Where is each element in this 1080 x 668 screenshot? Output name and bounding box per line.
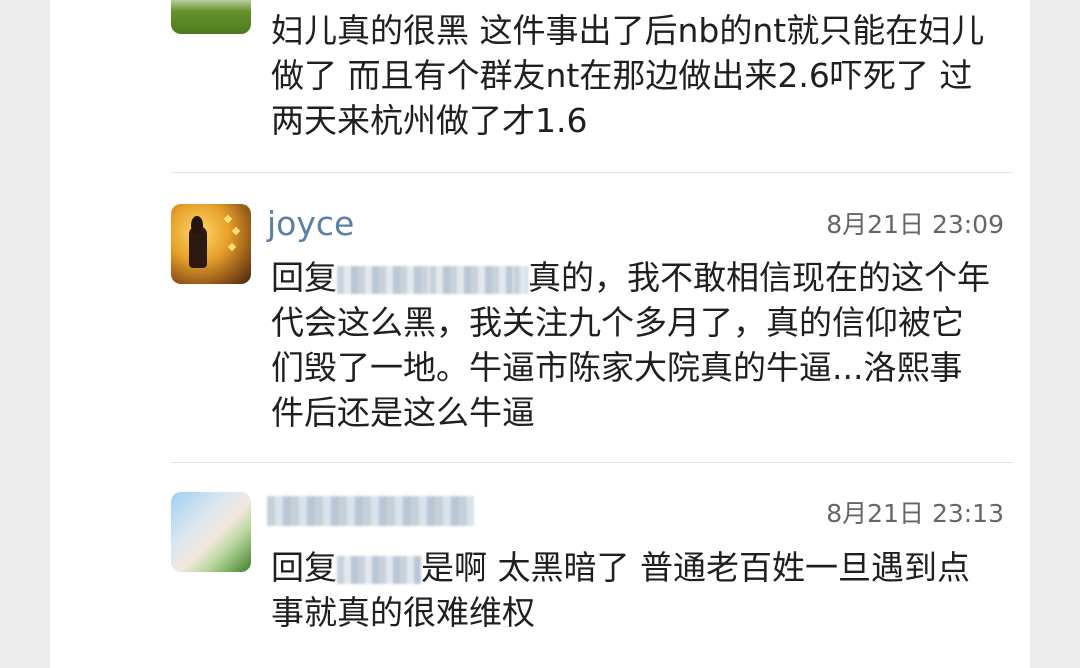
star-icon xyxy=(223,214,233,224)
comments-screen: 妇儿真的很黑 这件事出了后nb的nt就只能在妇儿做了 而且有个群友nt在那边做出… xyxy=(50,0,1030,668)
star-icon xyxy=(227,242,237,252)
comment-text: 回复 是啊 太黑暗了 普通老百姓一旦遇到点事就真的很难维权 xyxy=(271,545,991,635)
timestamp: 8月21日 23:09 xyxy=(826,210,1004,239)
comment-text: 回复 真的，我不敢相信现在的这个年代会这么黑，我关注九个多月了，真的信仰被它们毁了… xyxy=(271,255,991,435)
avatar[interactable] xyxy=(171,204,251,284)
blurred-name xyxy=(429,265,513,294)
username[interactable]: joyce xyxy=(267,206,354,242)
avatar[interactable] xyxy=(171,0,251,34)
comment-text: 妇儿真的很黑 这件事出了后nb的nt就只能在妇儿做了 而且有个群友nt在那边做出… xyxy=(271,11,985,140)
star-icon xyxy=(231,226,241,236)
blurred-username xyxy=(267,496,474,526)
divider xyxy=(171,462,1013,463)
divider xyxy=(171,172,1013,173)
reply-prefix: 回复 xyxy=(271,548,337,587)
reply-prefix: 回复 xyxy=(271,258,337,297)
avatar[interactable] xyxy=(171,492,251,572)
blurred-name xyxy=(337,265,429,294)
blurred-name xyxy=(337,555,421,584)
blurred-name xyxy=(513,265,528,294)
timestamp: 8月21日 23:13 xyxy=(826,499,1004,528)
avatar-head-icon xyxy=(191,216,203,234)
